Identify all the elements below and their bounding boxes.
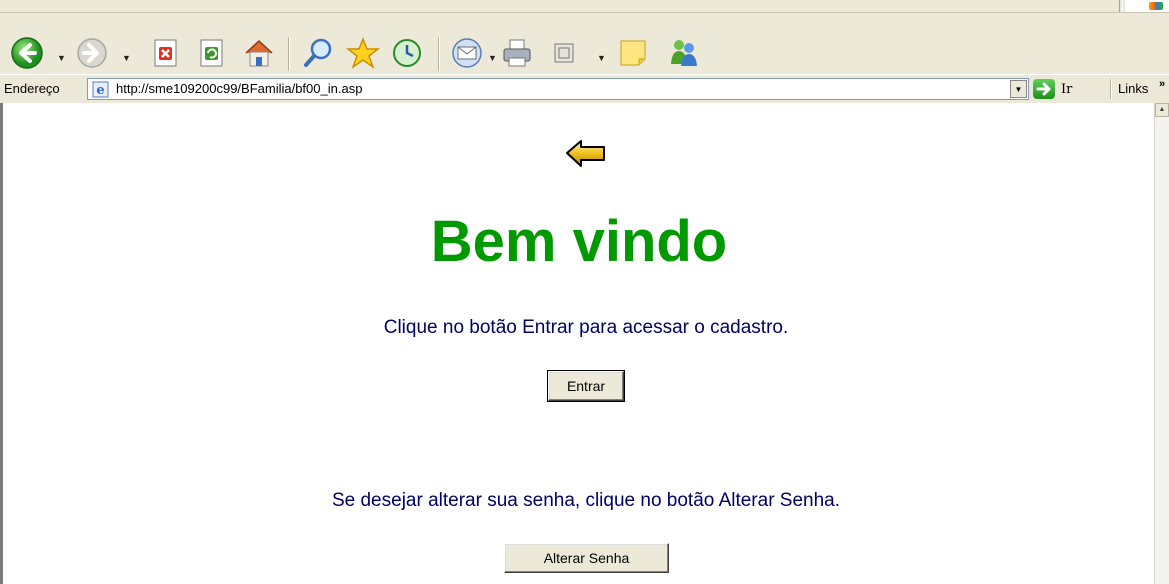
toolbar-separator (288, 37, 289, 71)
messenger-button[interactable] (664, 34, 702, 72)
print-button[interactable] (498, 34, 536, 72)
links-chevron-icon[interactable]: » (1159, 78, 1165, 90)
messenger-icon (671, 40, 697, 66)
home-icon (245, 39, 273, 67)
stop-button[interactable] (150, 37, 182, 69)
menu-strip-edge (1119, 0, 1123, 12)
back-arrow-icon[interactable] (564, 136, 610, 168)
forward-button[interactable] (74, 35, 110, 71)
scroll-up-icon[interactable]: ▲ (1155, 103, 1169, 117)
printer-icon (503, 39, 531, 67)
windows-logo-icon (1149, 2, 1163, 10)
windows-throbber (1125, 0, 1169, 12)
favorites-button[interactable] (344, 34, 382, 72)
address-label: Endereço (4, 81, 60, 96)
menu-strip (0, 0, 1169, 13)
back-dropdown-icon[interactable]: ▼ (57, 53, 66, 63)
toolbar-separator (438, 37, 439, 71)
refresh-icon (200, 39, 223, 67)
change-password-button[interactable]: Alterar Senha (504, 543, 669, 573)
ie-page-icon: e (92, 81, 109, 98)
page-viewport: Bem vindo Clique no botão Entrar para ac… (0, 103, 1169, 584)
history-icon (393, 39, 421, 67)
address-bar: Endereço e http://sme109200c99/BFamilia/… (0, 74, 1169, 104)
history-button[interactable] (388, 34, 426, 72)
go-label: Ir (1061, 81, 1073, 97)
edit-page-icon (554, 43, 574, 63)
star-icon (346, 36, 380, 69)
mail-icon (452, 38, 482, 68)
address-url[interactable]: http://sme109200c99/BFamilia/bf00_in.asp (116, 81, 362, 96)
edit-button[interactable] (548, 37, 580, 69)
enter-button[interactable]: Entrar (547, 370, 625, 402)
sticky-note-icon (620, 40, 646, 66)
refresh-button[interactable] (196, 37, 228, 69)
mail-dropdown-icon[interactable]: ▼ (488, 53, 497, 63)
address-dropdown-icon[interactable]: ▼ (1010, 80, 1027, 98)
mail-button[interactable] (448, 34, 486, 72)
svg-text:e: e (96, 83, 104, 98)
stop-icon (154, 39, 177, 67)
toolbar: ▼ ▼ ▼ ▼ (0, 13, 1169, 73)
edit-dropdown-icon[interactable]: ▼ (597, 53, 606, 63)
page-title: Bem vindo (430, 209, 728, 274)
search-icon (304, 38, 332, 67)
notes-button[interactable] (614, 34, 652, 72)
intro-text: Clique no botão Entrar para acessar o ca… (383, 317, 789, 338)
search-button[interactable] (300, 34, 338, 72)
vertical-scrollbar[interactable]: ▲ (1154, 103, 1169, 584)
home-button[interactable] (240, 34, 278, 72)
links-separator (1110, 79, 1111, 99)
back-button[interactable] (8, 34, 46, 72)
address-input[interactable]: e http://sme109200c99/BFamilia/bf00_in.a… (87, 78, 1029, 100)
go-arrow-icon (1033, 79, 1055, 99)
forward-dropdown-icon[interactable]: ▼ (122, 53, 131, 63)
forward-arrow-icon (77, 38, 107, 68)
back-arrow-icon (11, 37, 43, 69)
go-button[interactable]: Ir (1033, 77, 1097, 101)
links-button[interactable]: Links (1118, 81, 1148, 96)
password-prompt-text: Se desejar alterar sua senha, clique no … (331, 490, 841, 511)
